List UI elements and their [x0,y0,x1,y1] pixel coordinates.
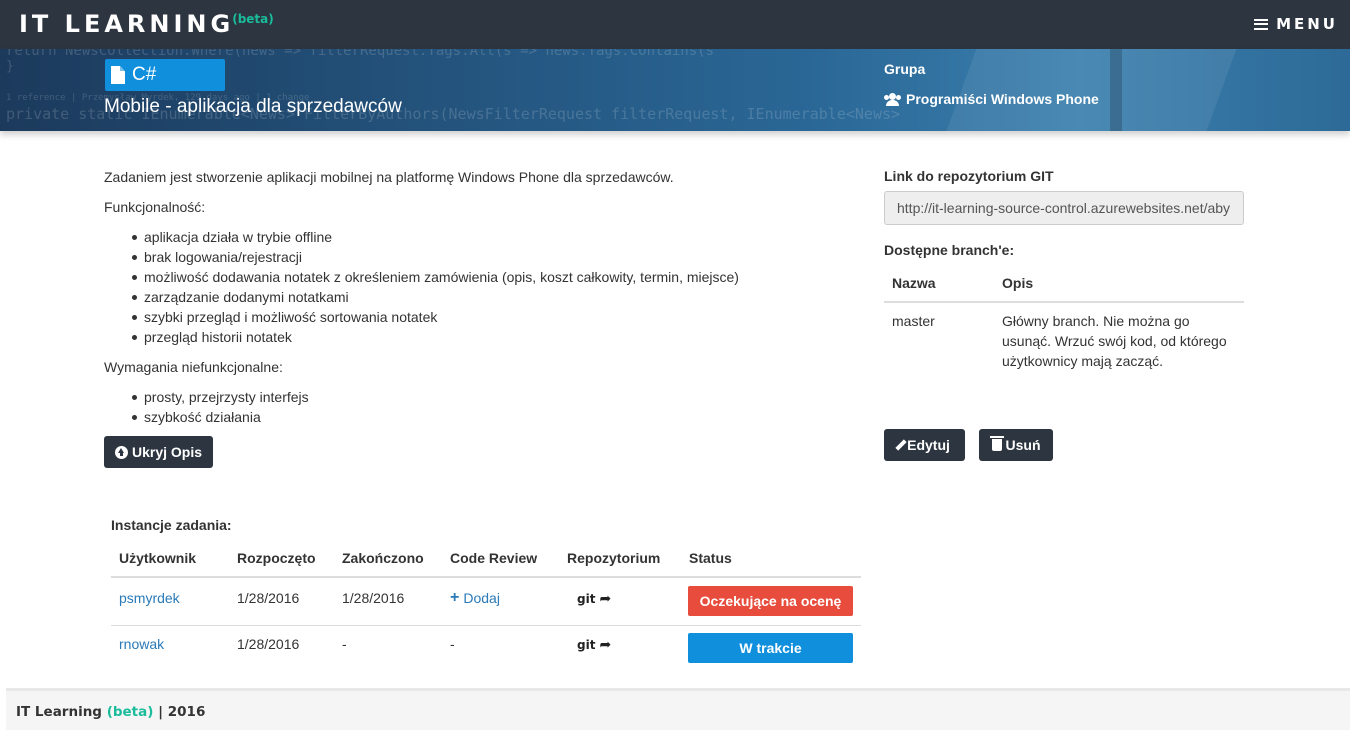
footer-text: IT Learning (beta) | 2016 [16,704,205,720]
branch-description-line: użytkownicy mają zacząć. [1002,353,1164,369]
footer-separator: | [158,704,164,720]
menu-label: MENU [1276,15,1338,33]
list-item: zarządzanie dodanymi notatkami [131,287,844,307]
footer-beta-tag: (beta) [106,704,154,720]
branch-name: master [892,313,935,329]
branch-description-line: Główny branch. Nie można go [1002,313,1190,329]
finished-date: 1/28/2016 [342,590,405,606]
branch-description-line: usunąć. Wrzuć swój kod, od którego [1002,333,1227,349]
menu-button[interactable]: MENU [1254,15,1338,33]
task-title: Mobile - aplikacja dla sprzedawców [104,96,402,117]
hide-description-label: Ukryj Opis [131,444,203,460]
banner-keyboard-shape [1110,49,1122,131]
users-icon [884,92,902,106]
hamburger-icon [1254,18,1269,30]
nonfunctional-list: prosty, przejrzysty interfejs szybkość d… [104,387,844,427]
share-arrow-icon: ➦ [599,591,612,607]
hide-description-button[interactable]: Ukryj Opis [104,436,213,468]
delete-button[interactable]: Usuń [979,429,1053,461]
brand-name: IT LEARNING [19,10,235,38]
branches-label: Dostępne branch'e: [884,242,1015,258]
brand-beta-tag: (beta) [232,12,274,26]
column-header-status: Status [689,550,732,566]
group-label: Grupa [884,61,926,77]
brand-logo[interactable]: IT LEARNING(beta) [19,10,274,38]
git-label: git [577,638,596,652]
language-label: C# [132,64,157,85]
column-header-description: Opis [1002,275,1034,291]
started-date: 1/28/2016 [237,636,300,652]
repository-link[interactable]: git ➦ [577,591,611,607]
table-row: rnowak 1/28/2016 - - git ➦ W trakcie [111,626,861,674]
status-badge[interactable]: W trakcie [688,633,853,663]
add-code-review-label: Dodaj [463,590,500,606]
task-header-banner: return NewsCollection.Where(news => filt… [0,49,1350,131]
file-icon [111,66,125,84]
user-link[interactable]: psmyrdek [119,590,180,606]
functional-list: aplikacja działa w trybie offline brak l… [104,227,844,347]
nonfunctional-title: Wymagania niefunkcjonalne: [104,359,283,375]
add-code-review-link[interactable]: + Dodaj [450,589,500,607]
table-header-divider [884,301,1244,303]
list-item: przegląd historii notatek [131,327,844,347]
top-navbar: IT LEARNING(beta) MENU [0,0,1350,49]
table-row: psmyrdek 1/28/2016 1/28/2016 + Dodaj git… [111,578,861,626]
banner-keyboard-shape [939,49,1241,131]
finished-date: - [342,636,347,652]
repository-url-field[interactable] [884,191,1244,225]
arrow-circle-up-icon [114,445,128,459]
column-header-user: Użytkownik [119,550,197,566]
column-header-finished: Zakończono [342,550,424,566]
share-arrow-icon: ➦ [599,637,612,653]
column-header-name: Nazwa [892,275,936,291]
edit-button[interactable]: Edytuj [884,429,965,461]
list-item: prosty, przejrzysty interfejs [131,387,844,407]
column-header-repository: Repozytorium [567,550,661,566]
functional-title: Funkcjonalność: [104,199,206,215]
trash-icon [989,436,1004,451]
task-description: Zadaniem jest stworzenie aplikacji mobil… [104,167,844,437]
repository-label: Link do repozytorium GIT [884,168,1054,184]
plus-icon: + [450,589,460,606]
description-intro: Zadaniem jest stworzenie aplikacji mobil… [104,169,674,185]
code-review-value: - [450,636,455,652]
list-item: brak logowania/rejestracji [131,247,844,267]
repository-link[interactable]: git ➦ [577,637,611,653]
footer-brand: IT Learning [16,704,102,720]
instances-caption: Instancje zadania: [111,517,232,533]
status-badge[interactable]: Oczekujące na ocenę [688,586,853,616]
list-item: szybkość działania [131,407,844,427]
group-link[interactable]: Programiści Windows Phone [884,91,1099,107]
group-name: Programiści Windows Phone [906,91,1099,107]
list-item: możliwość dodawania notatek z określenie… [131,267,844,287]
started-date: 1/28/2016 [237,590,300,606]
user-link[interactable]: rnowak [119,636,164,652]
list-item: szybki przegląd i możliwość sortowania n… [131,307,844,327]
column-header-code-review: Code Review [450,550,538,566]
footer: IT Learning (beta) | 2016 [6,688,1350,730]
pencil-icon [895,439,907,451]
column-header-started: Rozpoczęto [237,550,316,566]
banner-code-line: } [6,59,14,74]
git-label: git [577,592,596,606]
list-item: aplikacja działa w trybie offline [131,227,844,247]
footer-year: 2016 [167,704,206,720]
banner-code-line: return NewsCollection.Where(news => filt… [6,49,715,59]
language-badge: C# [105,59,225,91]
edit-label: Edytuj [907,437,950,453]
delete-label: Usuń [1005,437,1041,453]
